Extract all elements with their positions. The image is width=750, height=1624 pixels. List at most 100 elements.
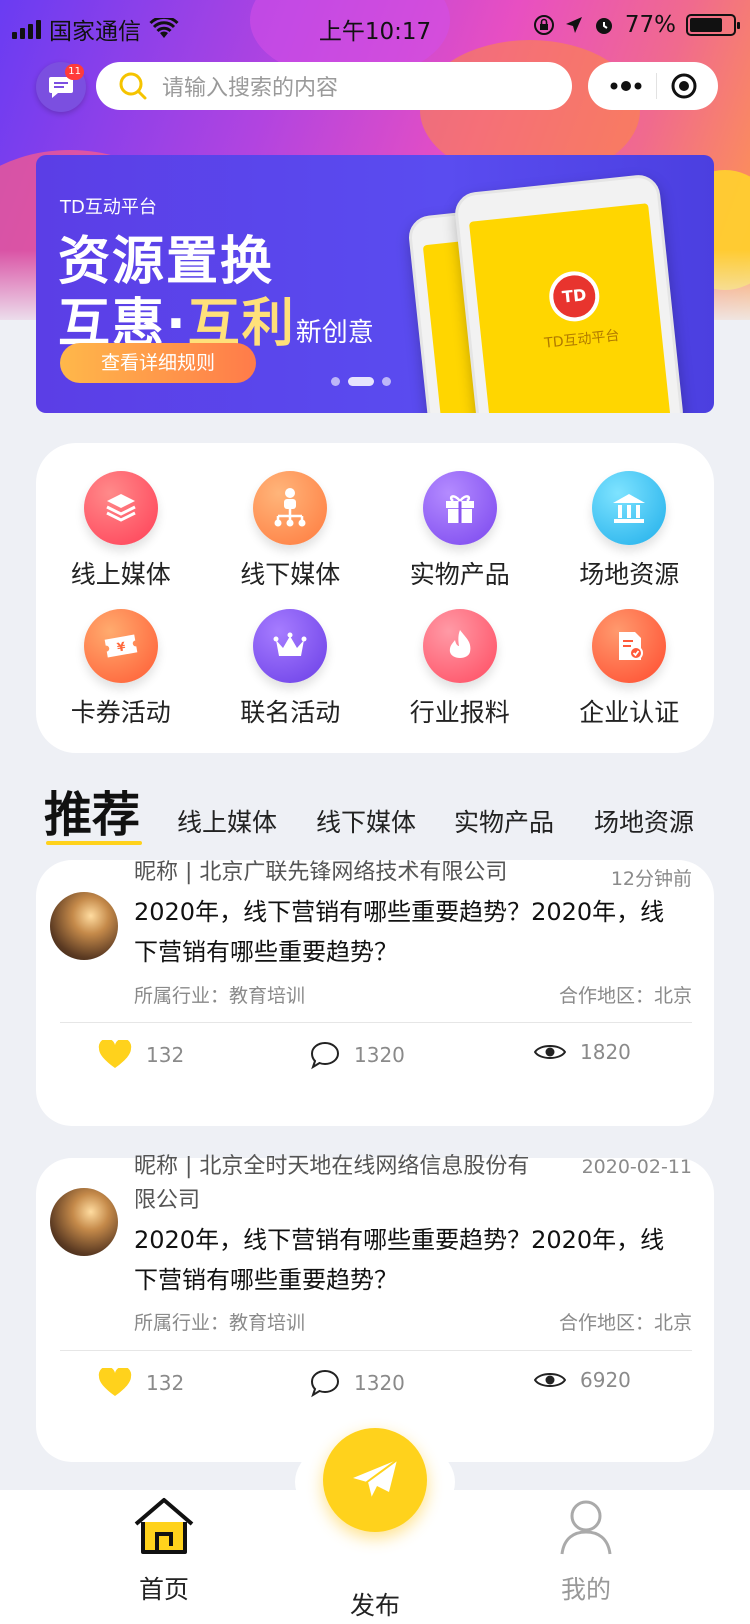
post-author: 昵称 | 北京广联先锋网络技术有限公司 [134,860,508,885]
like-stat[interactable]: 132 [98,1040,184,1070]
like-count: 132 [146,1371,185,1395]
building-icon [592,471,667,545]
fire-icon [422,609,497,683]
category-label: 实物产品 [409,560,510,589]
crown-icon [253,609,328,683]
tab-online-media[interactable]: 线上媒体 [177,803,277,839]
phone-app-name: TD互动平台 [543,327,621,352]
comment-count: 1320 [354,1043,405,1067]
certificate-icon [592,609,667,683]
post-author: 昵称 | 北京全时天地在线网络信息股份有限公司 [134,1154,530,1213]
post-industry: 所属行业：教育培训 [134,985,306,1007]
category-label: 场地资源 [579,560,680,589]
like-stat[interactable]: 132 [98,1368,184,1398]
battery-percent: 77% [624,12,676,38]
battery-icon [686,14,740,36]
category-venue-resources[interactable]: 场地资源 [545,471,715,591]
divider [60,1350,692,1351]
category-card: 线上媒体 线下媒体 实物产品 场地资源 ¥ 卡券活动 联名活动 行业报料 企业认… [36,443,714,753]
view-count: 6920 [580,1368,631,1392]
td-logo: TD [546,268,602,324]
nav-mine-label: 我的 [560,1575,611,1604]
gift-icon [422,471,497,545]
home-icon [134,1498,194,1554]
carousel-indicator [331,377,391,386]
post-region: 合作地区：北京 [558,1312,692,1334]
avatar[interactable] [50,892,118,960]
search-bar[interactable]: 请输入搜索的内容 [96,62,572,110]
status-bar: 国家通信 上午10:17 77% [0,0,750,52]
tab-venue-resources[interactable]: 场地资源 [594,803,694,839]
message-button[interactable]: 11 [36,62,86,112]
category-enterprise-certification[interactable]: 企业认证 [545,609,715,729]
category-grid: 线上媒体 线下媒体 实物产品 场地资源 ¥ 卡券活动 联名活动 行业报料 企业认… [36,471,714,729]
category-online-media[interactable]: 线上媒体 [36,471,206,591]
category-label: 线上媒体 [70,560,171,589]
promo-banner[interactable]: TD互动平台 资源置换 互惠·互利新创意 查看详细规则 TD TD互动平台 [36,155,714,413]
view-stat: 1820 [534,1040,631,1064]
eye-icon [534,1045,566,1059]
view-count: 1820 [580,1040,631,1064]
search-icon [119,72,147,100]
post-time: 12分钟前 [610,868,692,890]
post-content: 2020年，线下营销有哪些重要趋势？2020年，线下营销有哪些重要趋势？ [134,1226,665,1294]
message-badge: 11 [65,64,84,80]
like-count: 132 [146,1043,185,1067]
mini-program-capsule [588,62,718,110]
tab-active-indicator [46,841,142,845]
search-placeholder: 请输入搜索的内容 [162,76,339,101]
comment-icon [310,1369,340,1398]
carousel-dot-active [348,377,374,386]
nav-publish[interactable]: 发布 [315,1496,435,1622]
category-label: 行业报料 [409,698,510,727]
heart-icon [98,1040,132,1068]
category-label: 联名活动 [240,698,341,727]
close-target-icon[interactable] [670,72,698,100]
eye-icon [534,1373,566,1387]
layers-icon [83,471,158,545]
post-time: 2020-02-11 [581,1156,692,1178]
view-rules-button[interactable]: 查看详细规则 [60,343,256,383]
post-meta: 所属行业：教育培训 合作地区：北京 [134,981,692,1008]
network-icon [253,471,328,545]
heart-icon [98,1368,132,1396]
nav-home[interactable]: 首页 [104,1496,224,1606]
comment-stat[interactable]: 1320 [310,1368,405,1398]
banner-subtitle: TD互动平台 [60,197,157,218]
more-icon[interactable] [609,81,643,91]
category-coupon-activity[interactable]: ¥ 卡券活动 [36,609,206,729]
tab-physical-products[interactable]: 实物产品 [454,803,554,839]
post-card[interactable]: 昵称 | 北京广联先锋网络技术有限公司 12分钟前 2020年，线下营销有哪些重… [36,860,714,1126]
tab-offline-media[interactable]: 线下媒体 [316,803,416,839]
post-industry: 所属行业：教育培训 [134,1312,306,1334]
post-meta: 所属行业：教育培训 合作地区：北京 [134,1308,692,1335]
ticket-icon: ¥ [83,609,158,683]
category-co-brand-activity[interactable]: 联名活动 [206,609,376,729]
nav-mine[interactable]: 我的 [526,1496,646,1606]
comment-stat[interactable]: 1320 [310,1040,405,1070]
phone-mockup-front: TD TD互动平台 [452,172,686,413]
category-offline-media[interactable]: 线下媒体 [206,471,376,591]
banner-title-part-c: 新创意 [295,318,374,348]
orientation-lock-icon [533,15,554,35]
tab-recommend[interactable]: 推荐 [44,775,140,845]
divider [60,1022,692,1023]
carousel-dot [382,377,391,386]
category-label: 企业认证 [579,698,680,727]
category-physical-products[interactable]: 实物产品 [375,471,545,591]
alarm-icon [595,18,612,34]
post-content: 2020年，线下营销有哪些重要趋势？2020年，线下营销有哪些重要趋势？ [134,898,665,966]
user-icon [560,1500,612,1555]
category-industry-news[interactable]: 行业报料 [375,609,545,729]
category-label: 线下媒体 [240,560,341,589]
location-icon [565,17,582,33]
avatar[interactable] [50,1188,118,1256]
category-label: 卡券活动 [70,698,171,727]
view-stat: 6920 [534,1368,631,1392]
post-card[interactable]: 昵称 | 北京全时天地在线网络信息股份有限公司 2020-02-11 2020年… [36,1154,714,1462]
post-region: 合作地区：北京 [558,985,692,1007]
nav-home-label: 首页 [138,1575,189,1604]
carousel-dot [331,377,340,386]
feed-tabs: 推荐 线上媒体 线下媒体 实物产品 场地资源 [44,775,724,845]
comment-icon [310,1041,340,1070]
